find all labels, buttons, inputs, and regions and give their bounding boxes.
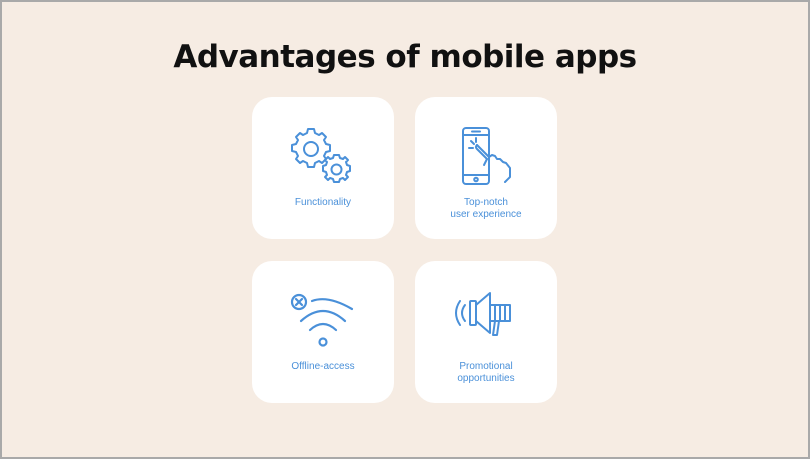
card-label: Functionality	[294, 197, 352, 208]
infographic-frame: Advantages of mobile apps Functionality	[0, 0, 810, 459]
page-title: Advantages of mobile apps	[173, 39, 637, 75]
gears-icon	[291, 128, 351, 183]
card-functionality: Functionality	[252, 97, 394, 239]
phone-touch-icon	[462, 127, 511, 185]
card-label: Offline-access	[291, 361, 355, 372]
card-label: Top-notch user experience	[450, 197, 522, 220]
card-label: Promotional opportunities	[457, 361, 515, 384]
card-offline-access: Offline-access	[252, 261, 394, 403]
megaphone-icon	[455, 292, 511, 336]
card-promotional: Promotional opportunities	[415, 261, 557, 403]
card-user-experience: Top-notch user experience	[415, 97, 557, 239]
wifi-off-icon	[290, 293, 354, 347]
